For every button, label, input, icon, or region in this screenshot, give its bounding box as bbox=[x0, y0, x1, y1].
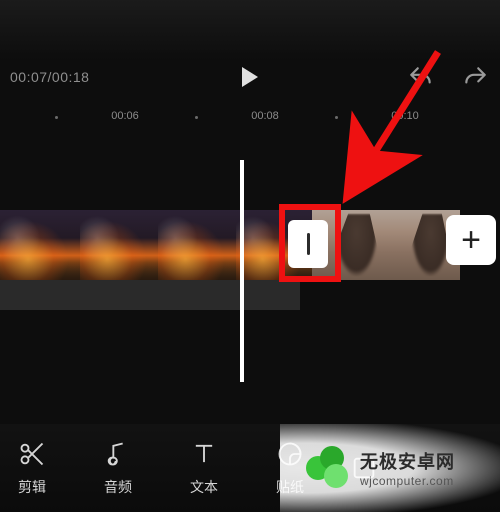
ruler-label: 00:08 bbox=[251, 110, 279, 122]
watermark-text: 无极安卓网 wjcomputer.com bbox=[360, 448, 455, 488]
ruler-dot bbox=[55, 116, 58, 119]
undo-icon bbox=[408, 64, 434, 90]
time-display: 00:07/00:18 bbox=[10, 69, 89, 85]
tool-label: 文本 bbox=[190, 477, 218, 497]
time-ruler[interactable]: 00:06 00:08 00:10 bbox=[0, 108, 500, 128]
tool-cut[interactable]: 剪辑 bbox=[6, 439, 58, 497]
ruler-label: 00:10 bbox=[391, 110, 419, 122]
ruler-label: 00:06 bbox=[111, 110, 139, 122]
tool-text[interactable]: 文本 bbox=[178, 439, 230, 497]
music-note-icon bbox=[104, 439, 132, 469]
playhead[interactable] bbox=[240, 160, 244, 382]
add-clip-button[interactable]: + bbox=[446, 215, 496, 265]
clip-thumbnail[interactable] bbox=[158, 210, 236, 280]
transition-button[interactable] bbox=[288, 220, 328, 268]
clip-thumbnail[interactable] bbox=[80, 210, 158, 280]
clip-thumbnail[interactable] bbox=[0, 210, 80, 280]
play-icon bbox=[242, 67, 258, 87]
watermark: 无极安卓网 wjcomputer.com bbox=[280, 424, 500, 512]
ruler-dot bbox=[195, 116, 198, 119]
tool-label: 剪辑 bbox=[18, 477, 46, 497]
undo-button[interactable] bbox=[408, 64, 434, 90]
transport-bar: 00:07/00:18 bbox=[0, 60, 500, 94]
tool-audio[interactable]: 音频 bbox=[92, 439, 144, 497]
scissors-icon bbox=[18, 439, 46, 469]
tool-label: 音频 bbox=[104, 477, 132, 497]
history-controls bbox=[408, 60, 488, 94]
video-editor-screen: 00:07/00:18 00:06 00:08 00:10 bbox=[0, 0, 500, 512]
redo-button[interactable] bbox=[462, 64, 488, 90]
text-icon bbox=[190, 439, 218, 469]
watermark-title: 无极安卓网 bbox=[360, 448, 455, 474]
transition-icon bbox=[307, 233, 310, 255]
top-gradient bbox=[0, 0, 500, 60]
watermark-logo bbox=[306, 446, 350, 490]
redo-icon bbox=[462, 64, 488, 90]
plus-icon: + bbox=[461, 223, 481, 257]
timeline[interactable]: + bbox=[0, 160, 500, 382]
watermark-subtitle: wjcomputer.com bbox=[360, 474, 455, 488]
clip-track[interactable] bbox=[0, 210, 500, 280]
audio-track[interactable] bbox=[0, 280, 300, 310]
play-button[interactable] bbox=[242, 67, 258, 87]
ruler-dot bbox=[335, 116, 338, 119]
